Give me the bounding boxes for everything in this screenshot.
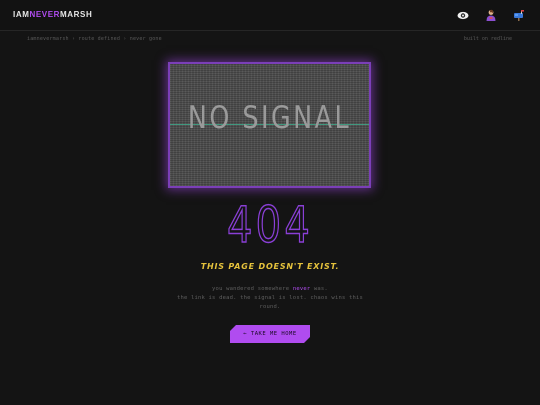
error-headline: THIS PAGE DOESN'T EXIST. — [200, 262, 340, 271]
header-icons — [456, 8, 526, 22]
mailbox-icon[interactable] — [512, 8, 526, 22]
breadcrumb: iamnevermarsh › route defined › never go… — [27, 36, 162, 42]
no-signal-text: NO SIGNAL — [187, 100, 352, 136]
message-highlight: never — [292, 286, 311, 292]
site-logo[interactable]: IAMNEVERMARSH — [13, 10, 92, 19]
message-prefix: you wandered somewhere — [212, 286, 290, 292]
logo-accent: NEVER — [29, 10, 61, 19]
error-message-line1: you wandered somewhere never was. — [0, 286, 540, 292]
message-suffix: was. — [313, 286, 328, 292]
eye-icon[interactable] — [456, 8, 470, 22]
no-signal-screen: NO SIGNAL — [168, 62, 371, 188]
logo-prefix: IAM — [13, 10, 30, 19]
error-message-line2: the link is dead. the signal is lost. ch… — [176, 295, 364, 301]
site-header: IAMNEVERMARSH — [0, 0, 540, 31]
take-me-home-button[interactable]: ← TAKE ME HOME — [230, 325, 310, 343]
error-message-line3: round. — [259, 304, 281, 310]
logo-suffix: MARSH — [60, 10, 93, 19]
person-icon[interactable] — [484, 8, 498, 22]
error-code: 404 — [226, 195, 313, 255]
built-label: built on redline — [463, 36, 512, 42]
